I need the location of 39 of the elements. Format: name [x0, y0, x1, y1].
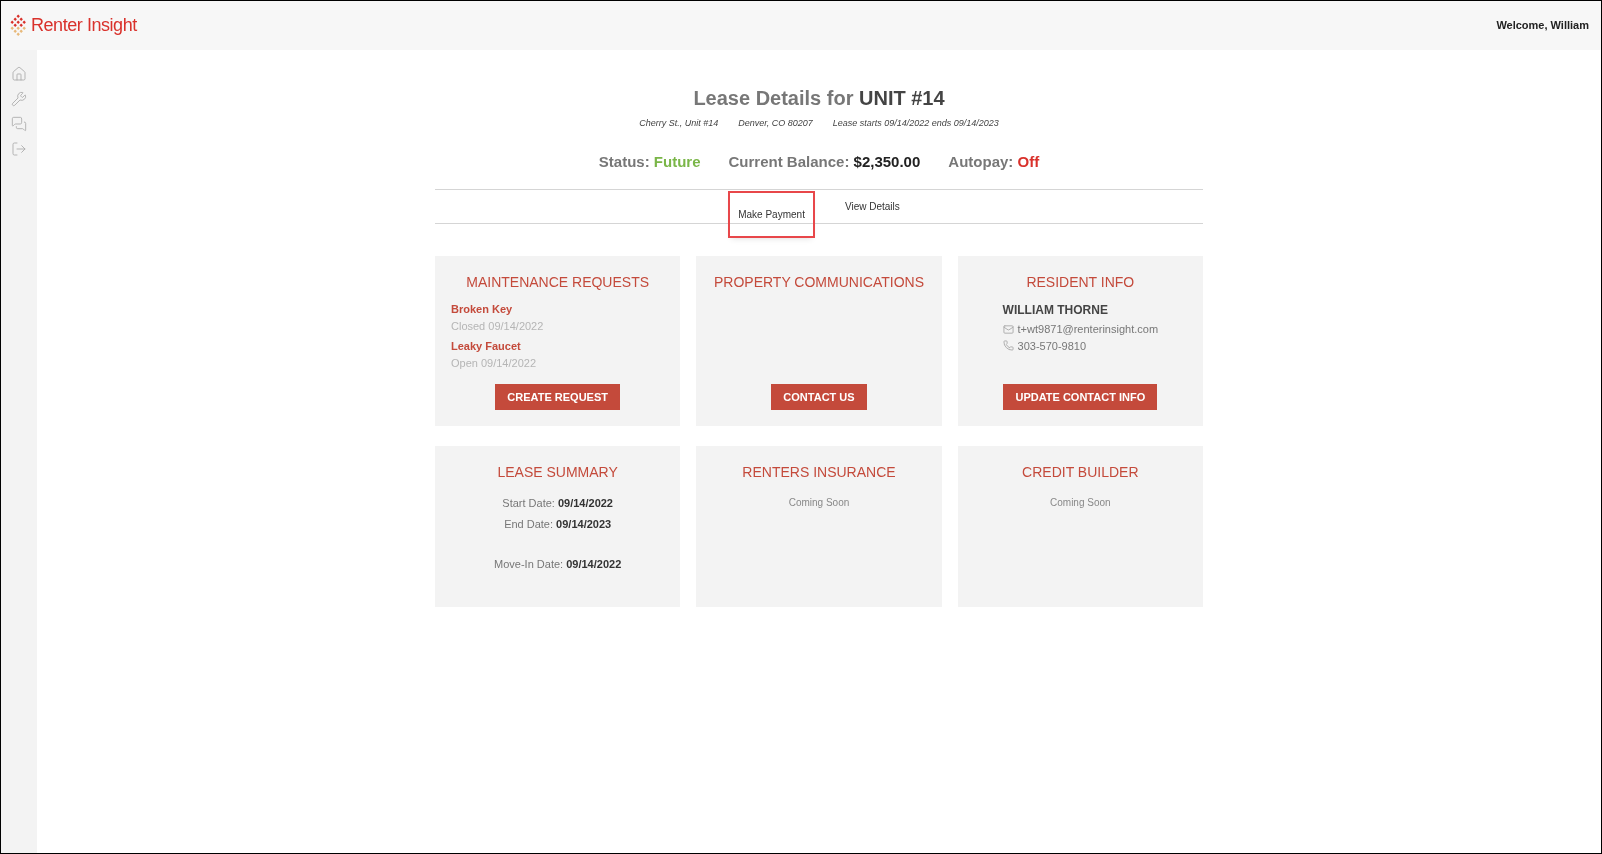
- brand-name[interactable]: Renter Insight: [31, 12, 137, 39]
- envelope-icon: [1002, 323, 1014, 335]
- status-text: Current Balance: $2,350.00: [728, 151, 921, 172]
- welcome-text: Welcome, William: [1496, 18, 1590, 34]
- coming-soon-text: Coming Soon: [788, 496, 850, 510]
- lease-info-text: Lease starts 09/14/2022 ends 09/14/2023: [832, 117, 999, 130]
- action-link[interactable]: View Details: [836, 195, 908, 218]
- card-title: RESIDENT INFO: [1026, 273, 1135, 292]
- lease-info-text: Denver, CO 80207: [738, 117, 813, 130]
- request-title[interactable]: Broken Key: [451, 301, 513, 318]
- card-title: RENTERS INSURANCE: [742, 463, 896, 482]
- status-text: Autopay: Off: [948, 151, 1040, 172]
- action-button[interactable]: CONTACT US: [771, 383, 867, 410]
- logout-icon[interactable]: [11, 141, 27, 157]
- card-title: CREDIT BUILDER: [1022, 463, 1139, 482]
- phone-icon: [1002, 340, 1014, 352]
- action-button[interactable]: CREATE REQUEST: [495, 383, 620, 410]
- date-text: Move-In Date: 09/14/2022: [494, 557, 622, 572]
- status-text: Status: Future: [598, 151, 701, 172]
- wrench-icon[interactable]: [11, 91, 27, 107]
- request-title[interactable]: Leaky Faucet: [451, 338, 521, 355]
- date-text: End Date: 09/14/2023: [504, 516, 612, 532]
- action-link[interactable]: Make Payment: [730, 193, 813, 236]
- card-title: PROPERTY COMMUNICATIONS: [713, 273, 924, 292]
- resident-name: WILLIAM THORNE: [1002, 302, 1108, 319]
- coming-soon-text: Coming Soon: [1050, 496, 1111, 510]
- lease-info-text: Cherry St., Unit #14: [639, 117, 719, 130]
- card-title: LEASE SUMMARY: [497, 463, 618, 482]
- phone-text: 303-570-9810: [1017, 338, 1087, 354]
- card-title: MAINTENANCE REQUESTS: [466, 273, 650, 292]
- chat-icon[interactable]: [11, 116, 27, 132]
- logo-icon: [9, 14, 27, 37]
- request-status: Closed 09/14/2022: [451, 318, 544, 334]
- date-text: Start Date: 09/14/2022: [502, 496, 613, 511]
- home-icon[interactable]: [11, 66, 27, 82]
- action-button[interactable]: UPDATE CONTACT INFO: [1003, 383, 1158, 410]
- email-text: t+wt9871@renterinsight.com: [1017, 322, 1159, 337]
- request-status: Open 09/14/2022: [451, 355, 537, 371]
- page-title: Lease Details for UNIT #14: [693, 86, 945, 111]
